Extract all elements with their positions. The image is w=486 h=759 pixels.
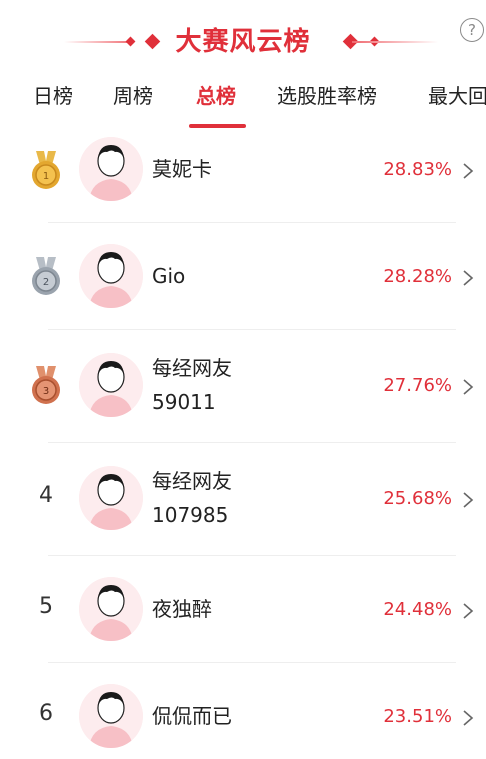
user-name: 侃侃而已 (152, 704, 232, 728)
ranking-row[interactable]: 2 Gio 28.28% (0, 223, 486, 329)
tab-weekly[interactable]: 周榜 (113, 80, 153, 112)
avatar[interactable] (79, 353, 143, 417)
header: 大赛风云榜 ? (0, 0, 486, 88)
chevron-right-icon (463, 603, 474, 619)
win-rate: 28.83% (383, 159, 452, 180)
avatar[interactable] (79, 244, 143, 308)
user-name-line-2: 107985 (152, 503, 229, 527)
user-name-line-2: 59011 (152, 390, 216, 414)
title-decoration-right (352, 41, 438, 43)
bronze-medal-icon: 3 (32, 366, 60, 404)
user-name: 每经网友 (152, 356, 232, 380)
tab-overall[interactable]: 总榜 (196, 80, 236, 112)
avatar[interactable] (79, 466, 143, 530)
ranking-row[interactable]: 1 莫妮卡 28.83% (0, 128, 486, 222)
help-button[interactable]: ? (460, 18, 484, 42)
avatar[interactable] (79, 684, 143, 748)
user-name: Gio (152, 264, 186, 288)
default-avatar-icon (79, 466, 143, 530)
ranking-row[interactable]: 6 侃侃而已 23.51% (0, 663, 486, 759)
chevron-right-icon (463, 492, 474, 508)
user-name: 莫妮卡 (152, 157, 212, 181)
rank-number: 3 (43, 386, 49, 397)
user-name: 夜独醉 (152, 597, 212, 621)
avatar[interactable] (79, 137, 143, 201)
tab-daily[interactable]: 日榜 (33, 80, 73, 112)
default-avatar-icon (79, 353, 143, 417)
default-avatar-icon (79, 244, 143, 308)
tab-stock-win-rate[interactable]: 选股胜率榜 (277, 80, 377, 112)
chevron-right-icon (463, 379, 474, 395)
ranking-row[interactable]: 4 每经网友 107985 25.68% (0, 443, 486, 555)
rank-number: 6 (39, 701, 53, 726)
chevron-right-icon (463, 710, 474, 726)
title-bar: 大赛风云榜 (0, 22, 486, 62)
default-avatar-icon (79, 137, 143, 201)
gold-medal-icon: 1 (32, 151, 60, 189)
chevron-right-icon (463, 163, 474, 179)
rank-number: 5 (39, 594, 53, 619)
win-rate: 25.68% (383, 488, 452, 509)
rank-number: 4 (39, 483, 53, 508)
win-rate: 23.51% (383, 706, 452, 727)
tab-max-drawdown[interactable]: 最大回 (428, 80, 486, 112)
rank-number: 1 (43, 171, 49, 182)
win-rate: 27.76% (383, 375, 452, 396)
default-avatar-icon (79, 577, 143, 641)
rank-number: 2 (43, 277, 49, 288)
ranking-tabs: 日榜 周榜 总榜 选股胜率榜 最大回 (0, 80, 486, 128)
silver-medal-icon: 2 (32, 257, 60, 295)
question-circle-icon: ? (468, 21, 476, 39)
win-rate: 24.48% (383, 599, 452, 620)
avatar[interactable] (79, 577, 143, 641)
user-name: 每经网友 (152, 469, 232, 493)
win-rate: 28.28% (383, 266, 452, 287)
default-avatar-icon (79, 684, 143, 748)
chevron-right-icon (463, 270, 474, 286)
ranking-row[interactable]: 3 每经网友 59011 27.76% (0, 330, 486, 442)
ranking-row[interactable]: 5 夜独醉 24.48% (0, 556, 486, 662)
